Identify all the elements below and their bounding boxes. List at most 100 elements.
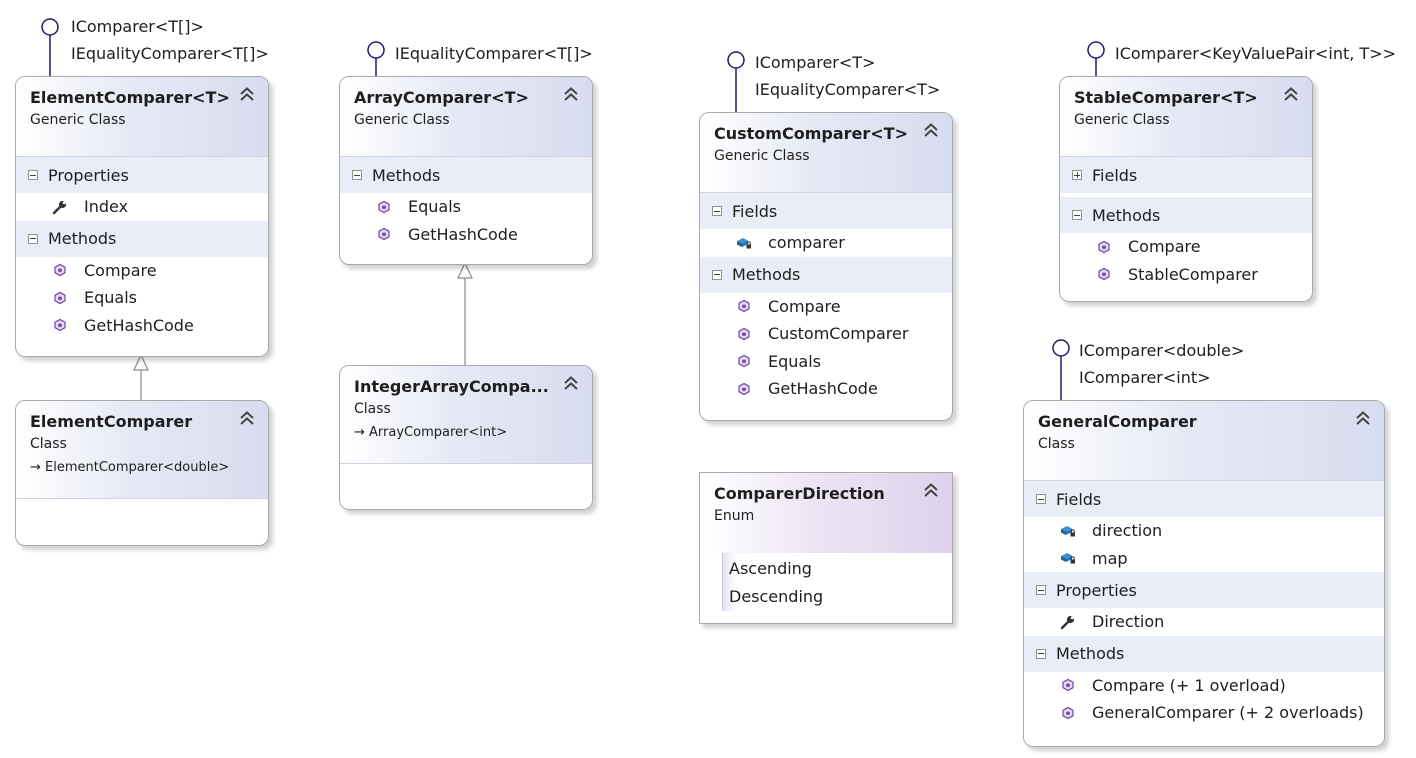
interface-label: IComparer<T>	[755, 53, 876, 72]
class-header: IntegerArrayCompa... Class → ArrayCompar…	[340, 366, 592, 464]
member-row[interactable]: GetHashCode	[340, 221, 592, 249]
member-row[interactable]: Compare (+ 1 overload)	[1024, 672, 1384, 700]
base-type: → ArrayComparer<int>	[354, 422, 578, 444]
section-header-methods[interactable]: Methods	[1024, 635, 1384, 672]
class-name: CustomComparer<T>	[714, 124, 908, 143]
member-row[interactable]: Compare	[700, 293, 952, 321]
collapse-chevron-icon[interactable]	[562, 85, 580, 103]
section-title: Methods	[1092, 205, 1161, 225]
member-row[interactable]: comparer	[700, 229, 952, 257]
interface-lollipop	[1052, 339, 1070, 402]
wrench-icon	[1058, 614, 1078, 630]
member-row[interactable]: Direction	[1024, 608, 1384, 636]
enum-header: ComparerDirection Enum	[700, 473, 952, 553]
interface-label-list: IComparer<KeyValuePair<int, T>>	[1115, 40, 1396, 67]
collapse-chevron-icon[interactable]	[1354, 409, 1372, 427]
collapse-toggle-icon[interactable]	[712, 206, 722, 216]
interface-label: IComparer<double>	[1079, 341, 1245, 360]
member-row[interactable]: Compare	[16, 257, 268, 285]
member-row[interactable]: GetHashCode	[16, 312, 268, 340]
collapse-chevron-icon[interactable]	[238, 85, 256, 103]
section-header-fields[interactable]: Fields	[1024, 481, 1384, 517]
interface-lollipop	[367, 41, 385, 78]
inheritance-arrow	[133, 353, 149, 400]
enum-values: Ascending Descending	[722, 553, 952, 611]
collapse-chevron-icon[interactable]	[922, 121, 940, 139]
collapse-toggle-icon[interactable]	[352, 170, 362, 180]
class-kind: Generic Class	[1074, 112, 1170, 128]
member-name: Equals	[84, 288, 137, 308]
collapse-toggle-icon[interactable]	[28, 233, 38, 244]
class-kind: Class	[1038, 436, 1075, 452]
section-header-methods[interactable]: Methods	[16, 220, 268, 257]
class-box-general-comparer[interactable]: GeneralComparer Class Fields direction m…	[1023, 400, 1385, 747]
expand-toggle-icon[interactable]	[1072, 170, 1082, 180]
section-header-properties[interactable]: Properties	[1024, 572, 1384, 608]
section-title: Methods	[1056, 644, 1125, 663]
enum-value[interactable]: Ascending	[723, 555, 952, 583]
section-header-fields[interactable]: Fields	[1060, 157, 1312, 193]
member-name: Direction	[1092, 612, 1165, 632]
collapse-chevron-icon[interactable]	[562, 374, 580, 392]
section-header-properties[interactable]: Properties	[16, 157, 268, 193]
class-header: ElementComparer Class → ElementComparer<…	[16, 401, 268, 499]
class-header: ArrayComparer<T> Generic Class	[340, 77, 592, 157]
method-icon	[734, 298, 754, 314]
method-icon	[50, 317, 70, 333]
member-row[interactable]: CustomComparer	[700, 320, 952, 348]
interface-label: IComparer<KeyValuePair<int, T>>	[1115, 44, 1397, 63]
section-title: Properties	[1056, 580, 1137, 600]
collapse-toggle-icon[interactable]	[1036, 585, 1046, 595]
section-header-fields[interactable]: Fields	[700, 193, 952, 229]
member-row[interactable]: Index	[16, 193, 268, 221]
class-box-array-comparer[interactable]: ArrayComparer<T> Generic Class Methods E…	[339, 76, 593, 265]
member-row[interactable]: map	[1024, 545, 1384, 573]
member-row[interactable]: Equals	[700, 348, 952, 376]
member-name: CustomComparer	[768, 324, 909, 344]
method-icon	[374, 199, 394, 215]
member-row[interactable]: GetHashCode	[700, 375, 952, 403]
method-icon	[374, 226, 394, 242]
collapse-toggle-icon[interactable]	[712, 269, 722, 280]
member-row[interactable]: Compare	[1060, 233, 1312, 261]
section-title: Properties	[48, 165, 129, 185]
base-type: → ElementComparer<double>	[30, 457, 254, 479]
enum-box-comparer-direction[interactable]: ComparerDirection Enum Ascending Descend…	[699, 472, 953, 624]
interface-lollipop	[1087, 41, 1105, 78]
section-title: Methods	[372, 165, 441, 185]
member-name: StableComparer	[1128, 264, 1258, 284]
collapse-chevron-icon[interactable]	[922, 481, 940, 499]
interface-label-list: IComparer<double> IComparer<int>	[1079, 337, 1244, 391]
enum-value[interactable]: Descending	[723, 583, 952, 611]
member-row[interactable]: Equals	[16, 284, 268, 312]
collapse-toggle-icon[interactable]	[1036, 648, 1046, 659]
inherit-arrow-icon: →	[30, 460, 46, 475]
interface-lollipop	[41, 18, 59, 78]
section-header-methods[interactable]: Methods	[340, 157, 592, 193]
collapse-toggle-icon[interactable]	[1036, 494, 1046, 504]
collapse-toggle-icon[interactable]	[1072, 210, 1082, 220]
member-row[interactable]: Equals	[340, 193, 592, 221]
member-name: map	[1092, 548, 1128, 568]
class-kind: Generic Class	[354, 112, 450, 128]
member-row[interactable]: StableComparer	[1060, 261, 1312, 289]
section-header-methods[interactable]: Methods	[1060, 197, 1312, 233]
member-name: comparer	[768, 233, 845, 253]
field-icon	[1058, 550, 1078, 566]
class-box-stable-comparer[interactable]: StableComparer<T> Generic Class Fields M…	[1059, 76, 1313, 302]
collapse-toggle-icon[interactable]	[28, 170, 38, 180]
wrench-icon	[50, 199, 70, 215]
class-box-integer-array-comparer[interactable]: IntegerArrayCompa... Class → ArrayCompar…	[339, 365, 593, 510]
member-row[interactable]: direction	[1024, 517, 1384, 545]
section-header-methods[interactable]: Methods	[700, 256, 952, 293]
class-box-element-comparer[interactable]: ElementComparer Class → ElementComparer<…	[15, 400, 269, 546]
class-box-custom-comparer[interactable]: CustomComparer<T> Generic Class Fields c…	[699, 112, 953, 421]
section-title: Fields	[1092, 165, 1138, 185]
class-box-element-comparer-generic[interactable]: ElementComparer<T> Generic Class Propert…	[15, 76, 269, 357]
member-name: direction	[1092, 521, 1163, 541]
collapse-chevron-icon[interactable]	[1282, 85, 1300, 103]
collapse-chevron-icon[interactable]	[238, 409, 256, 427]
method-icon	[734, 381, 754, 397]
inheritance-arrow	[457, 261, 473, 365]
member-row[interactable]: GeneralComparer (+ 2 overloads)	[1024, 699, 1384, 727]
